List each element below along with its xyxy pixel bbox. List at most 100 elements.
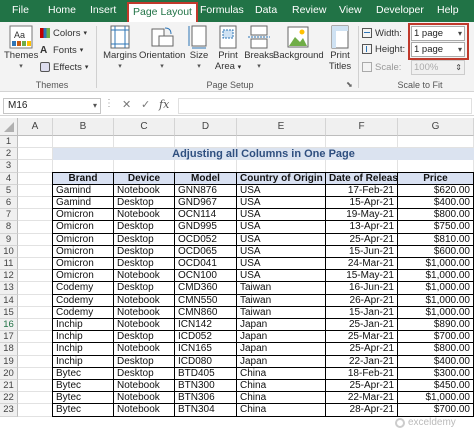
cancel-icon[interactable]: ✕ (122, 98, 131, 111)
table-cell[interactable]: $400.00 (398, 197, 474, 210)
table-cell[interactable]: $750.00 (398, 221, 474, 234)
table-cell[interactable]: Notebook (114, 392, 175, 405)
tab-file[interactable]: File (12, 3, 29, 20)
row-header-12[interactable]: 12 (0, 270, 18, 283)
row-header-4[interactable]: 4 (0, 172, 18, 185)
table-cell[interactable]: $1,000.00 (398, 270, 474, 283)
row-header-22[interactable]: 22 (0, 392, 18, 405)
table-cell[interactable]: $700.00 (398, 331, 474, 344)
table-cell[interactable]: Omicron (53, 233, 114, 246)
column-header-e[interactable]: E (237, 118, 326, 136)
table-cell[interactable]: Omicron (53, 245, 114, 258)
background-button[interactable]: Background (273, 24, 324, 61)
table-cell[interactable]: BTN306 (175, 392, 237, 405)
table-cell[interactable]: Inchip (53, 331, 114, 344)
select-all-corner[interactable] (0, 118, 18, 136)
table-cell[interactable]: Omicron (53, 209, 114, 222)
orientation-button[interactable]: Orientation ▾ (139, 24, 185, 72)
column-header-f[interactable]: F (326, 118, 398, 136)
table-cell[interactable]: Taiwan (237, 282, 326, 295)
table-cell[interactable]: USA (237, 270, 326, 283)
table-cell[interactable]: 15-Jan-21 (326, 306, 398, 319)
table-cell[interactable]: Japan (237, 319, 326, 332)
column-header-c[interactable]: C (114, 118, 175, 136)
table-cell[interactable]: Desktop (114, 245, 175, 258)
table-header-cell[interactable]: Brand (53, 172, 114, 185)
table-cell[interactable]: Inchip (53, 319, 114, 332)
row-header-15[interactable]: 15 (0, 306, 18, 319)
table-cell[interactable]: ICN142 (175, 319, 237, 332)
table-cell[interactable]: USA (237, 184, 326, 197)
tab-help[interactable]: Help (437, 3, 459, 20)
breaks-button[interactable]: Breaks ▾ (244, 24, 274, 72)
table-cell[interactable]: $800.00 (398, 343, 474, 356)
size-button[interactable]: Size ▾ (186, 24, 212, 72)
table-cell[interactable]: Codemy (53, 282, 114, 295)
row-header-9[interactable]: 9 (0, 233, 18, 246)
table-header-cell[interactable]: Device (114, 172, 175, 185)
table-cell[interactable]: $890.00 (398, 319, 474, 332)
table-cell[interactable]: BTD405 (175, 367, 237, 380)
table-cell[interactable]: Notebook (114, 380, 175, 393)
table-cell[interactable]: Bytec (53, 380, 114, 393)
table-cell[interactable]: Notebook (114, 343, 175, 356)
themes-button[interactable]: Aa Themes ▾ (4, 24, 38, 72)
row-header-7[interactable]: 7 (0, 209, 18, 222)
table-cell[interactable]: 15-May-21 (326, 270, 398, 283)
table-cell[interactable]: 19-May-21 (326, 209, 398, 222)
tab-data[interactable]: Data (255, 3, 277, 20)
table-cell[interactable]: USA (237, 197, 326, 210)
table-cell[interactable]: $1,000.00 (398, 282, 474, 295)
tab-developer[interactable]: Developer (376, 3, 424, 20)
table-cell[interactable]: 22-Jan-21 (326, 355, 398, 368)
table-cell[interactable]: USA (237, 258, 326, 271)
effects-button[interactable]: Effects ▾ (40, 60, 88, 74)
table-cell[interactable]: USA (237, 209, 326, 222)
table-cell[interactable]: Bytec (53, 404, 114, 417)
table-cell[interactable]: Omicron (53, 270, 114, 283)
name-box[interactable]: M16 ▾ (3, 98, 101, 114)
table-cell[interactable]: Desktop (114, 331, 175, 344)
table-cell[interactable]: ICN165 (175, 343, 237, 356)
sheet-title[interactable]: Adjusting all Columns in One Page (53, 148, 474, 161)
row-header-13[interactable]: 13 (0, 282, 18, 295)
table-cell[interactable]: 13-Apr-21 (326, 221, 398, 234)
table-cell[interactable]: China (237, 367, 326, 380)
table-cell[interactable]: OCD041 (175, 258, 237, 271)
table-cell[interactable]: BTN304 (175, 404, 237, 417)
table-cell[interactable]: $810.00 (398, 233, 474, 246)
table-cell[interactable]: OCD065 (175, 245, 237, 258)
row-header-17[interactable]: 17 (0, 331, 18, 344)
tab-insert[interactable]: Insert (90, 3, 116, 20)
table-cell[interactable]: CMN550 (175, 294, 237, 307)
table-cell[interactable]: $1,000.00 (398, 258, 474, 271)
row-header-5[interactable]: 5 (0, 184, 18, 197)
table-cell[interactable]: Taiwan (237, 294, 326, 307)
table-cell[interactable]: Notebook (114, 404, 175, 417)
table-cell[interactable]: Notebook (114, 184, 175, 197)
row-header-20[interactable]: 20 (0, 367, 18, 380)
table-cell[interactable]: 16-Jun-21 (326, 282, 398, 295)
table-cell[interactable]: $600.00 (398, 245, 474, 258)
table-cell[interactable]: China (237, 404, 326, 417)
table-cell[interactable]: CMD360 (175, 282, 237, 295)
table-cell[interactable]: Desktop (114, 258, 175, 271)
row-header-8[interactable]: 8 (0, 221, 18, 234)
row-header-18[interactable]: 18 (0, 343, 18, 356)
table-cell[interactable]: $1,000.00 (398, 392, 474, 405)
table-cell[interactable]: Inchip (53, 355, 114, 368)
table-cell[interactable]: Taiwan (237, 306, 326, 319)
row-header-3[interactable]: 3 (0, 160, 18, 173)
table-cell[interactable]: 25-Jan-21 (326, 319, 398, 332)
row-header-14[interactable]: 14 (0, 294, 18, 307)
table-cell[interactable]: 25-Apr-21 (326, 233, 398, 246)
table-cell[interactable]: $800.00 (398, 209, 474, 222)
column-header-a[interactable]: A (18, 118, 53, 136)
table-cell[interactable]: Desktop (114, 355, 175, 368)
table-cell[interactable]: 15-Jun-21 (326, 245, 398, 258)
table-cell[interactable]: Japan (237, 355, 326, 368)
table-cell[interactable]: Omicron (53, 221, 114, 234)
row-header-23[interactable]: 23 (0, 404, 18, 417)
table-cell[interactable]: Notebook (114, 319, 175, 332)
table-cell[interactable]: GND967 (175, 197, 237, 210)
